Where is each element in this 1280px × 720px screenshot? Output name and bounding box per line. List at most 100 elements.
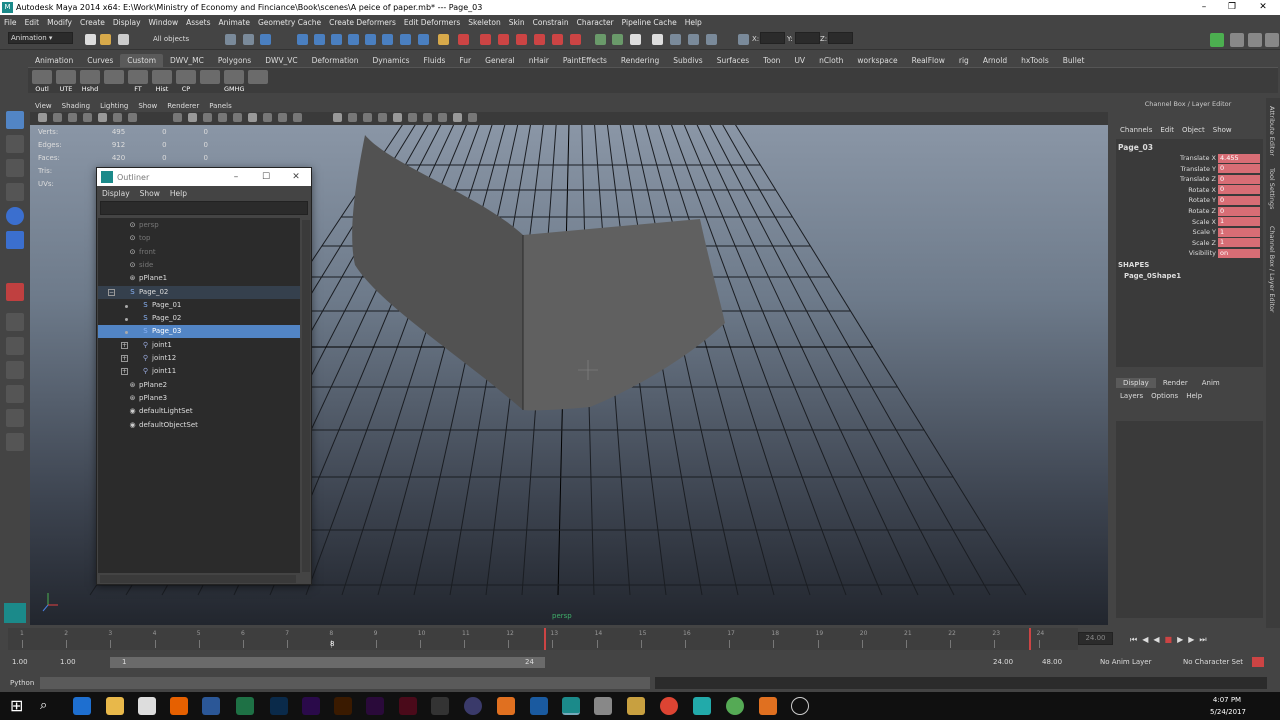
lock-selection-icon[interactable] [438, 34, 449, 45]
layer-tab-display[interactable]: Display [1116, 378, 1156, 388]
attr-value-field[interactable]: 1 [1218, 238, 1260, 248]
shelf-tab-nhair[interactable]: nHair [522, 54, 556, 67]
mask-joint-icon[interactable] [314, 34, 325, 45]
menu-edit[interactable]: Edit [21, 18, 44, 27]
attr-value-field[interactable]: 0 [1218, 195, 1260, 205]
panel-toolbar-icon-23[interactable] [438, 113, 447, 122]
shelf-tab-ncloth[interactable]: nCloth [812, 54, 850, 67]
clock-date[interactable]: 5/24/2017 [1207, 708, 1249, 716]
shelf-tab-dwv_mc[interactable]: DWV_MC [163, 54, 211, 67]
panel-toolbar-icon-20[interactable] [393, 113, 402, 122]
panel-toolbar-icon-19[interactable] [378, 113, 387, 122]
outliner-item-page_03[interactable]: S Page_03 [98, 325, 300, 339]
snap-curve-icon[interactable] [498, 34, 509, 45]
shelf-tab-bullet[interactable]: Bullet [1056, 54, 1092, 67]
channel-menu-show[interactable]: Show [1209, 126, 1236, 134]
script-language-label[interactable]: Python [10, 679, 34, 687]
mask-render-icon[interactable] [400, 34, 411, 45]
shelf-tab-polygons[interactable]: Polygons [211, 54, 258, 67]
panel-toolbar-icon-11[interactable] [233, 113, 242, 122]
select-object-icon[interactable] [243, 34, 254, 45]
menu-create[interactable]: Create [76, 18, 109, 27]
outliner-item-joint11[interactable]: + ⚲ joint11 [98, 365, 300, 378]
menu-set-select[interactable]: Animation ▾ [8, 32, 73, 44]
panel-toolbar-icon-7[interactable] [173, 113, 182, 122]
menu-skeleton[interactable]: Skeleton [464, 18, 504, 27]
shelf-button-hist[interactable]: Hist [152, 70, 172, 93]
panel-menu-view[interactable]: View [30, 102, 57, 110]
outliner-menu-help[interactable]: Help [165, 189, 192, 198]
shelf-button-outl[interactable]: Outl [32, 70, 52, 93]
panel-menu-panels[interactable]: Panels [204, 102, 237, 110]
select-hierarchy-icon[interactable] [225, 34, 236, 45]
attr-value-field[interactable]: 0 [1218, 174, 1260, 184]
toggle-channel-box-icon[interactable] [1248, 33, 1262, 47]
panel-toolbar-icon-15[interactable] [293, 113, 302, 122]
attr-row-scale-z[interactable]: Scale Z1 [1153, 238, 1260, 248]
shelf-button-cp[interactable]: CP [176, 70, 196, 93]
shelf-button-tool-9[interactable] [248, 70, 268, 92]
attr-row-visibility[interactable]: Visibility on [1153, 248, 1260, 258]
rotate-tool-icon[interactable] [6, 207, 24, 225]
panel-toolbar-icon-2[interactable] [68, 113, 77, 122]
outliner-item-pplane3[interactable]: ⊛ pPlane3 [98, 392, 300, 405]
channel-menu-edit[interactable]: Edit [1156, 126, 1178, 134]
shelf-tab-deformation[interactable]: Deformation [305, 54, 366, 67]
outliner-item-joint1[interactable]: + ⚲ joint1 [98, 339, 300, 352]
layer-menu-options[interactable]: Options [1147, 392, 1182, 400]
x-coordinate-field[interactable] [760, 32, 785, 44]
panel-menu-renderer[interactable]: Renderer [162, 102, 204, 110]
shelf-tab-dynamics[interactable]: Dynamics [366, 54, 417, 67]
mask-dynamics-icon[interactable] [382, 34, 393, 45]
panel-toolbar-icon-22[interactable] [423, 113, 432, 122]
persp-uv-layout-icon[interactable] [6, 433, 24, 451]
shelf-button-gmhg[interactable]: GMHG [224, 70, 245, 93]
shelf-tab-surfaces[interactable]: Surfaces [710, 54, 756, 67]
menu-modify[interactable]: Modify [43, 18, 76, 27]
menu-skin[interactable]: Skin [505, 18, 529, 27]
outliner-item-page_02[interactable]: S Page_02 [98, 312, 300, 325]
panel-toolbar-icon-10[interactable] [218, 113, 227, 122]
last-tool-icon[interactable] [6, 283, 24, 301]
outliner-minimize-button[interactable]: – [221, 168, 251, 186]
app-icon-23[interactable] [791, 697, 809, 715]
save-scene-icon[interactable] [118, 34, 129, 45]
attr-row-rotate-z[interactable]: Rotate Z0 [1153, 206, 1260, 216]
input-ops-icon[interactable] [595, 34, 606, 45]
select-component-icon[interactable] [260, 34, 271, 45]
expand-toggle-icon[interactable]: + [121, 355, 128, 362]
outliner-filter-field[interactable] [100, 201, 308, 215]
outliner-item-persp[interactable]: ⊙ persp [98, 219, 300, 232]
outliner-vertical-scrollbar[interactable] [302, 220, 310, 572]
outliner-horizontal-scrollbar[interactable] [100, 575, 296, 583]
snap-point-icon[interactable] [516, 34, 527, 45]
app-icon-22[interactable] [759, 697, 777, 715]
outliner-close-button[interactable]: ✕ [281, 168, 311, 186]
panel-toolbar-icon-1[interactable] [53, 113, 62, 122]
panel-toolbar-icon-6[interactable] [128, 113, 137, 122]
shelf-tab-fur[interactable]: Fur [452, 54, 478, 67]
move-tool-icon[interactable] [6, 183, 24, 201]
close-button[interactable]: ✕ [1246, 0, 1280, 15]
command-input[interactable] [40, 677, 650, 689]
edge-browser-icon[interactable] [73, 697, 91, 715]
toggle-attribute-editor-icon[interactable] [1210, 33, 1224, 47]
ipr-render-icon[interactable] [688, 34, 699, 45]
shelf-tab-painteffects[interactable]: PaintEffects [556, 54, 614, 67]
app-icon-21[interactable] [726, 697, 744, 715]
lasso-tool-icon[interactable] [6, 135, 24, 153]
shelf-tab-hxtools[interactable]: hxTools [1014, 54, 1056, 67]
shelf-tab-rig[interactable]: rig [952, 54, 976, 67]
current-time-field[interactable]: 24.00 [1078, 632, 1113, 645]
panel-toolbar-icon-4[interactable] [98, 113, 107, 122]
attr-value-field[interactable]: 0 [1218, 164, 1260, 174]
persp-graph-layout-icon[interactable] [6, 385, 24, 403]
chrome-icon[interactable] [660, 697, 678, 715]
attr-value-field[interactable]: 1 [1218, 227, 1260, 237]
search-icon[interactable]: ⌕ [40, 697, 58, 715]
outliner-item-top[interactable]: ⊙ top [98, 232, 300, 245]
shelf-tab-realflow[interactable]: RealFlow [905, 54, 952, 67]
new-scene-icon[interactable] [85, 34, 96, 45]
animation-start-field[interactable]: 1.00 [12, 658, 28, 666]
menu-create-deformers[interactable]: Create Deformers [325, 18, 400, 27]
